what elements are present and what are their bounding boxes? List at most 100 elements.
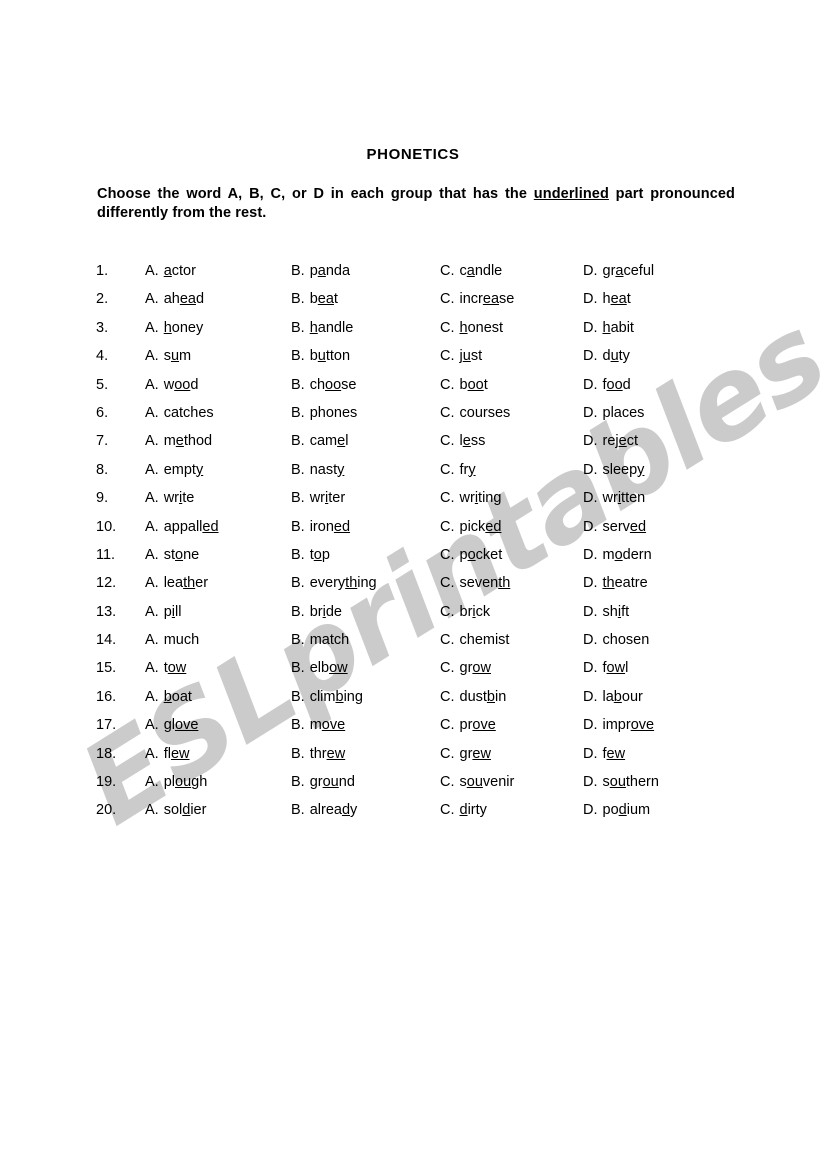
answer-option[interactable]: A. wood (145, 377, 198, 393)
answer-option[interactable]: D. duty (583, 348, 630, 364)
answer-option[interactable]: B. nasty (291, 462, 344, 478)
answer-option[interactable]: A. empty (145, 462, 203, 478)
answer-option[interactable]: C. just (440, 348, 482, 364)
answer-option[interactable]: A. sum (145, 348, 191, 364)
answer-option[interactable]: D. places (583, 405, 644, 421)
answer-option[interactable]: B. button (291, 348, 350, 364)
answer-option[interactable]: D. improve (583, 717, 654, 733)
word-suffix: oney (171, 319, 204, 336)
answer-option[interactable]: B. match (291, 632, 349, 648)
answer-option[interactable]: C. souvenir (440, 774, 514, 790)
answer-option[interactable]: D. modern (583, 547, 652, 563)
answer-option[interactable]: B. already (291, 802, 357, 818)
answer-option[interactable]: A. honey (145, 320, 203, 336)
answer-option[interactable]: A. pill (145, 604, 181, 620)
answer-option[interactable]: B. writer (291, 490, 345, 506)
answer-option[interactable]: A. boat (145, 689, 192, 705)
word-prefix: po (602, 802, 619, 819)
word-suffix: ing (343, 688, 363, 705)
answer-option[interactable]: B. beat (291, 291, 338, 307)
answer-option[interactable]: C. less (440, 433, 485, 449)
answer-option[interactable]: D. theatre (583, 575, 648, 591)
answer-option[interactable]: C. prove (440, 717, 496, 733)
answer-option[interactable]: B. handle (291, 320, 353, 336)
answer-option[interactable]: C. boot (440, 377, 488, 393)
answer-option[interactable]: D. habit (583, 320, 634, 336)
answer-option[interactable]: C. chemist (440, 632, 509, 648)
answer-option[interactable]: C. grew (440, 746, 491, 762)
word-prefix: ch (309, 376, 326, 393)
answer-option[interactable]: C. fry (440, 462, 476, 478)
answer-option[interactable]: C. dirty (440, 802, 487, 818)
answer-option[interactable]: D. written (583, 490, 645, 506)
answer-option[interactable]: C. courses (440, 405, 510, 421)
answer-option[interactable]: A. glove (145, 717, 198, 733)
answer-option[interactable]: B. bride (291, 604, 342, 620)
answer-option[interactable]: C. honest (440, 320, 503, 336)
answer-option[interactable]: D. few (583, 746, 625, 762)
answer-option[interactable]: C. picked (440, 519, 501, 535)
option-word: food (603, 377, 631, 393)
answer-option[interactable]: A. actor (145, 263, 196, 279)
option-word: ground (310, 774, 355, 790)
word-prefix: match (309, 632, 350, 649)
word-suffix: st (470, 348, 483, 365)
answer-option[interactable]: A. plough (145, 774, 207, 790)
answer-option[interactable]: C. seventh (440, 575, 510, 591)
option-letter: B. (291, 291, 305, 308)
answer-option[interactable]: D. chosen (583, 632, 649, 648)
answer-option[interactable]: B. climbing (291, 689, 363, 705)
answer-option[interactable]: A. appalled (145, 519, 219, 535)
answer-option[interactable]: D. sleepy (583, 462, 644, 478)
answer-option[interactable]: A. write (145, 490, 194, 506)
answer-option[interactable]: A. leather (145, 575, 208, 591)
answer-option[interactable]: D. heat (583, 291, 631, 307)
answer-option[interactable]: C. writing (440, 490, 501, 506)
answer-option[interactable]: B. top (291, 547, 330, 563)
answer-option[interactable]: C. brick (440, 604, 490, 620)
answer-option[interactable]: A. ahead (145, 291, 204, 307)
answer-option[interactable]: B. threw (291, 746, 345, 762)
word-underlined-part: b (335, 688, 344, 705)
answer-option[interactable]: A. much (145, 632, 199, 648)
answer-option[interactable]: A. stone (145, 547, 199, 563)
option-letter: B. (291, 348, 305, 365)
answer-option[interactable]: D. podium (583, 802, 650, 818)
answer-option[interactable]: D. reject (583, 433, 638, 449)
answer-option[interactable]: B. elbow (291, 660, 348, 676)
answer-option[interactable]: D. graceful (583, 263, 654, 279)
answer-option[interactable]: D. served (583, 519, 646, 535)
option-word: sum (164, 348, 191, 364)
answer-option[interactable]: D. southern (583, 774, 659, 790)
answer-option[interactable]: B. camel (291, 433, 348, 449)
answer-option[interactable]: A. tow (145, 660, 186, 676)
answer-option[interactable]: D. labour (583, 689, 643, 705)
answer-option[interactable]: A. flew (145, 746, 190, 762)
word-underlined-part: e (175, 433, 184, 450)
answer-option[interactable]: C. dustbin (440, 689, 506, 705)
answer-option[interactable]: A. method (145, 433, 212, 449)
answer-option[interactable]: B. move (291, 717, 345, 733)
word-underlined-part: th (345, 575, 358, 592)
answer-option[interactable]: B. phones (291, 405, 357, 421)
answer-option[interactable]: B. ironed (291, 519, 350, 535)
option-letter: B. (291, 632, 305, 649)
word-underlined-part: d (459, 802, 468, 819)
answer-option[interactable]: C. candle (440, 263, 502, 279)
answer-option[interactable]: D. shift (583, 604, 629, 620)
word-prefix: p (309, 263, 318, 279)
answer-option[interactable]: B. panda (291, 263, 350, 279)
answer-option[interactable]: B. everything (291, 575, 377, 591)
answer-option[interactable]: C. increase (440, 291, 514, 307)
answer-option[interactable]: D. food (583, 377, 631, 393)
option-word: beat (310, 291, 338, 307)
answer-option[interactable]: A. soldier (145, 802, 206, 818)
answer-option[interactable]: C. pocket (440, 547, 502, 563)
answer-option[interactable]: C. grow (440, 660, 491, 676)
answer-option[interactable]: D. fowl (583, 660, 628, 676)
option-letter: A. (145, 802, 159, 819)
answer-option[interactable]: B. choose (291, 377, 357, 393)
word-prefix: p (459, 546, 468, 563)
answer-option[interactable]: B. ground (291, 774, 355, 790)
answer-option[interactable]: A. catches (145, 405, 214, 421)
